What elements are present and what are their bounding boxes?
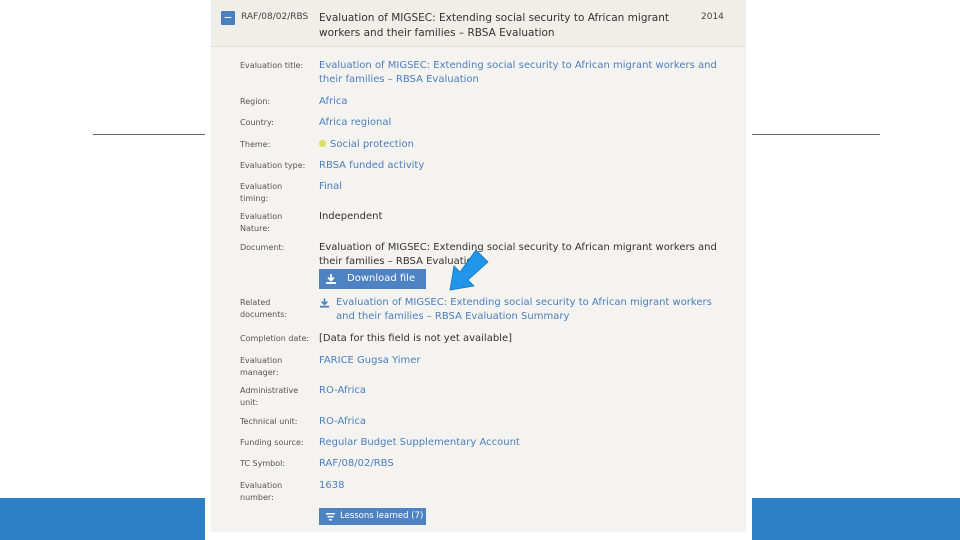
field-label: Administrative unit:	[240, 386, 299, 407]
collapse-button[interactable]: −	[221, 11, 235, 25]
evaluation-type-link[interactable]: RBSA funded activity	[319, 159, 719, 173]
evaluation-timing-link[interactable]: Final	[319, 180, 719, 194]
evaluation-nature-value: Independent	[319, 211, 383, 222]
field-label: Evaluation title:	[240, 61, 304, 70]
theme-link[interactable]: Social protection	[319, 138, 719, 152]
record-code: RAF/08/02/RBS	[241, 12, 309, 22]
field-label: Evaluation Nature:	[240, 212, 283, 233]
field-label: Related documents:	[240, 298, 288, 319]
field-label: Evaluation type:	[240, 161, 306, 170]
field-label: Evaluation manager:	[240, 356, 283, 377]
document-title: Evaluation of MIGSEC: Extending social s…	[319, 242, 717, 267]
lessons-learned-button[interactable]: Lessons learned (7)	[319, 508, 426, 525]
filter-icon	[326, 513, 335, 521]
field-label: Document:	[240, 243, 285, 252]
evaluation-number-link[interactable]: 1638	[319, 479, 719, 493]
download-icon	[326, 274, 336, 284]
field-label: Evaluation timing:	[240, 182, 283, 203]
administrative-unit-link[interactable]: RO-Africa	[319, 384, 719, 398]
related-document-link[interactable]: Evaluation of MIGSEC: Extending social s…	[336, 296, 721, 324]
region-link[interactable]: Africa	[319, 95, 719, 109]
evaluation-manager-link[interactable]: FARICE Gugsa Yimer	[319, 354, 719, 368]
lessons-learned-label: Lessons learned (7)	[340, 511, 424, 521]
funding-source-link[interactable]: Regular Budget Supplementary Account	[319, 436, 719, 450]
theme-dot-icon	[319, 140, 326, 147]
download-file-label: Download file	[347, 273, 416, 284]
download-file-button[interactable]: Download file	[319, 269, 426, 289]
country-link[interactable]: Africa regional	[319, 116, 719, 130]
record-header: − RAF/08/02/RBS Evaluation of MIGSEC: Ex…	[211, 0, 746, 47]
evaluation-title-link[interactable]: Evaluation of MIGSEC: Extending social s…	[319, 59, 719, 87]
field-label: Theme:	[240, 140, 271, 149]
field-label: Funding source:	[240, 438, 304, 447]
field-label: Completion date:	[240, 334, 310, 343]
field-label: Evaluation number:	[240, 481, 283, 502]
slide-line-left	[93, 134, 213, 135]
tc-symbol-link[interactable]: RAF/08/02/RBS	[319, 457, 719, 471]
technical-unit-link[interactable]: RO-Africa	[319, 415, 719, 429]
completion-date-value: [Data for this field is not yet availabl…	[319, 333, 512, 344]
field-label: Technical unit:	[240, 417, 298, 426]
record-year: 2014	[701, 12, 724, 22]
record-title-link[interactable]: Evaluation of MIGSEC: Extending social s…	[319, 11, 694, 41]
theme-text: Social protection	[330, 139, 414, 150]
field-label: Region:	[240, 97, 271, 106]
slide-line-right	[748, 134, 880, 135]
download-icon[interactable]	[319, 297, 330, 309]
field-label: Country:	[240, 118, 274, 127]
field-label: TC Symbol:	[240, 459, 286, 468]
pointer-arrow-icon	[449, 249, 489, 291]
